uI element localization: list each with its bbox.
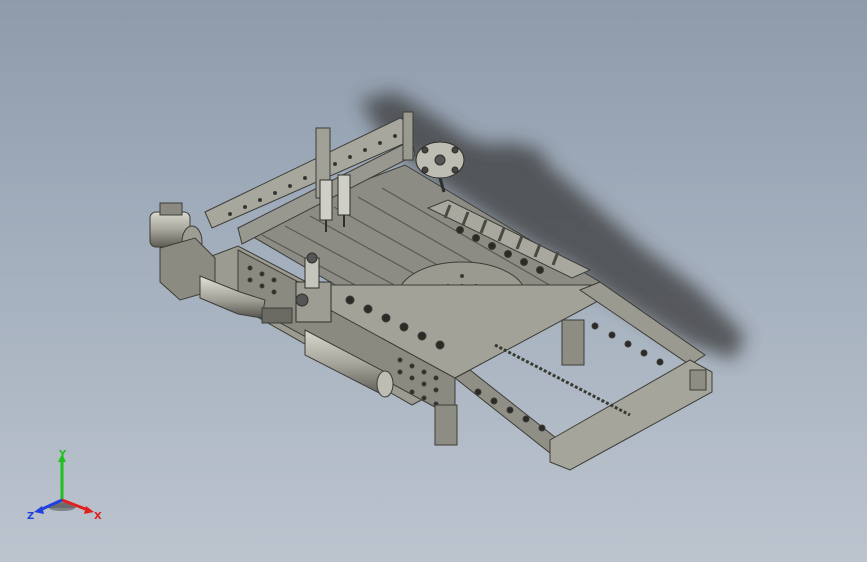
- leg-front: [434, 404, 458, 446]
- leg-mid: [561, 319, 585, 366]
- z-axis-label: Z: [27, 511, 34, 522]
- cylinder-end-cap: [376, 370, 394, 398]
- x-axis-label: X: [94, 511, 102, 522]
- motor-terminal-box: [159, 202, 183, 216]
- torch-head-right: [337, 174, 351, 216]
- cad-model-scene[interactable]: [0, 0, 867, 562]
- rear-upright-2: [402, 111, 414, 161]
- torch-head-left: [319, 179, 333, 221]
- graphics-viewport[interactable]: Y X Z: [0, 0, 867, 562]
- spring-coupling: [261, 307, 293, 324]
- leg-right: [689, 369, 707, 391]
- z-axis-arrow: [34, 506, 44, 514]
- view-orientation-triad[interactable]: Y X Z: [24, 448, 108, 528]
- extension-end-frame: [549, 359, 713, 471]
- y-axis-label: Y: [58, 449, 67, 460]
- x-axis-arrow: [84, 506, 94, 514]
